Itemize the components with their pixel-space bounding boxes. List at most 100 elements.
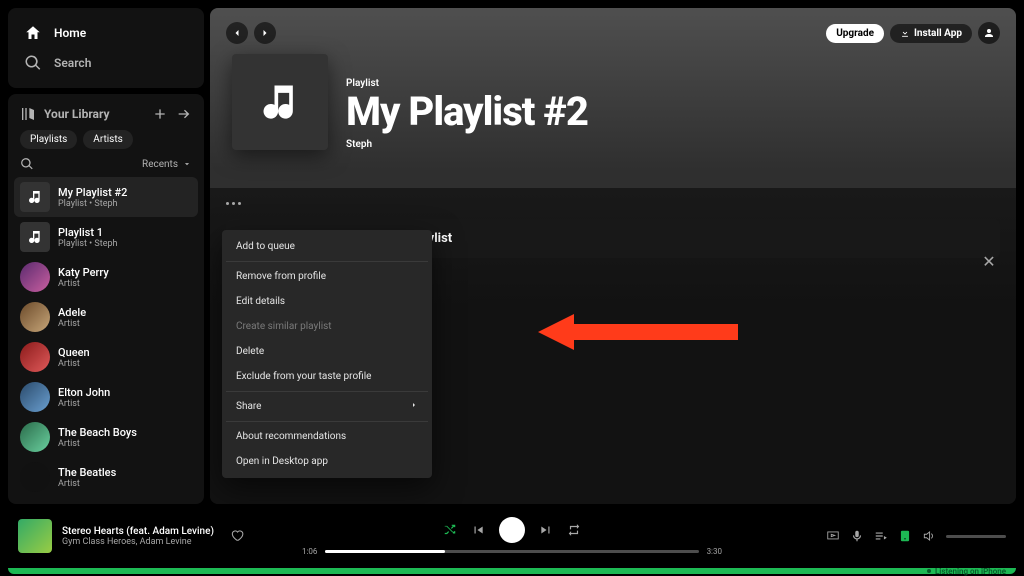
filter-chip[interactable]: Playlists bbox=[20, 130, 77, 149]
total-time: 3:30 bbox=[707, 547, 722, 556]
annotation-arrow bbox=[538, 312, 738, 352]
play-button[interactable] bbox=[499, 517, 525, 543]
playlist-thumb bbox=[20, 222, 50, 252]
item-sub: Artist bbox=[58, 359, 90, 369]
context-menu-item[interactable]: Add to queue bbox=[226, 234, 428, 259]
next-button[interactable] bbox=[539, 523, 553, 537]
music-note-icon bbox=[258, 80, 302, 124]
item-sub: Artist bbox=[58, 319, 86, 329]
connect-bar[interactable]: Listening on iPhone bbox=[8, 568, 1016, 574]
volume-button[interactable] bbox=[922, 529, 936, 543]
previous-button[interactable] bbox=[471, 523, 485, 537]
search-icon bbox=[24, 54, 42, 72]
install-label: Install App bbox=[914, 28, 962, 39]
repeat-button[interactable] bbox=[567, 523, 581, 537]
volume-slider[interactable] bbox=[946, 535, 1006, 538]
profile-button[interactable] bbox=[978, 22, 1000, 44]
artist-avatar bbox=[20, 382, 50, 412]
artist-avatar bbox=[20, 302, 50, 332]
context-menu-item[interactable]: Delete bbox=[226, 339, 428, 364]
queue-button[interactable] bbox=[874, 529, 888, 543]
artist-avatar bbox=[20, 422, 50, 452]
connect-label: Listening on iPhone bbox=[935, 567, 1006, 576]
skip-back-icon bbox=[471, 523, 485, 537]
library-item[interactable]: My Playlist #2Playlist • Steph bbox=[14, 177, 198, 217]
library-item[interactable]: QueenArtist bbox=[14, 337, 198, 377]
devices-button[interactable] bbox=[898, 529, 912, 543]
elapsed-time: 1:06 bbox=[302, 547, 317, 556]
playlist-owner[interactable]: Steph bbox=[346, 139, 588, 150]
context-menu: Add to queue Remove from profileEdit deta… bbox=[222, 230, 432, 478]
artist-avatar bbox=[20, 342, 50, 372]
chevron-right-icon bbox=[410, 401, 418, 409]
nav-home[interactable]: Home bbox=[20, 18, 192, 48]
now-playing-art[interactable] bbox=[18, 519, 52, 553]
item-title: The Beatles bbox=[58, 466, 116, 479]
item-sub: Artist bbox=[58, 479, 116, 489]
arrow-right-icon[interactable] bbox=[176, 106, 192, 122]
like-button[interactable] bbox=[230, 527, 244, 546]
library-item[interactable]: Playlist 1Playlist • Steph bbox=[14, 217, 198, 257]
playlist-cover bbox=[232, 54, 328, 150]
item-sub: Artist bbox=[58, 399, 110, 409]
device-icon bbox=[898, 529, 912, 543]
main-content: Upgrade Install App Playlist My P bbox=[210, 8, 1016, 504]
library-item[interactable]: The Beach BoysArtist bbox=[14, 417, 198, 457]
item-title: Playlist 1 bbox=[58, 226, 118, 239]
nav-search-label: Search bbox=[54, 56, 91, 70]
nav-back-button[interactable] bbox=[226, 22, 248, 44]
item-sub: Artist bbox=[58, 439, 137, 449]
library-item[interactable]: Katy PerryArtist bbox=[14, 257, 198, 297]
mic-icon bbox=[850, 529, 864, 543]
artist-avatar bbox=[20, 262, 50, 292]
context-menu-item: Create similar playlist bbox=[226, 314, 428, 339]
playlist-thumb bbox=[20, 182, 50, 212]
context-menu-item[interactable]: Edit details bbox=[226, 289, 428, 314]
now-playing-view-button[interactable] bbox=[826, 529, 840, 543]
sort-button[interactable]: Recents bbox=[142, 159, 192, 170]
context-menu-item[interactable]: Exclude from your taste profile bbox=[226, 364, 428, 389]
item-title: Queen bbox=[58, 346, 90, 359]
nav-forward-button[interactable] bbox=[254, 22, 276, 44]
nav-search[interactable]: Search bbox=[20, 48, 192, 78]
queue-icon bbox=[874, 529, 888, 543]
progress-bar[interactable] bbox=[325, 550, 698, 553]
chevron-left-icon bbox=[231, 27, 243, 39]
item-title: Katy Perry bbox=[58, 266, 109, 279]
library-item[interactable]: The BeatlesArtist bbox=[14, 457, 198, 496]
play-icon bbox=[505, 523, 519, 537]
now-playing-artist[interactable]: Gym Class Heroes, Adam Levine bbox=[62, 537, 214, 547]
context-menu-item[interactable]: Share bbox=[226, 394, 428, 419]
library-item[interactable]: AdeleArtist bbox=[14, 297, 198, 337]
context-menu-item[interactable]: Open in Desktop app bbox=[226, 449, 428, 474]
library-item[interactable]: Elton JohnArtist bbox=[14, 377, 198, 417]
shuffle-icon bbox=[443, 523, 457, 537]
nav-home-label: Home bbox=[54, 26, 86, 40]
artist-avatar bbox=[20, 462, 50, 492]
install-app-button[interactable]: Install App bbox=[890, 24, 972, 43]
close-find-button[interactable]: ✕ bbox=[978, 250, 1000, 272]
context-menu-item[interactable]: Remove from profile bbox=[226, 264, 428, 289]
item-sub: Playlist • Steph bbox=[58, 199, 127, 209]
lyrics-button[interactable] bbox=[850, 529, 864, 543]
item-title: Adele bbox=[58, 306, 86, 319]
now-playing-title[interactable]: Stereo Hearts (feat. Adam Levine) bbox=[62, 526, 214, 537]
item-title: The Beach Boys bbox=[58, 426, 137, 439]
item-sub: Artist bbox=[58, 279, 109, 289]
upgrade-button[interactable]: Upgrade bbox=[826, 24, 884, 43]
library-header[interactable]: Your Library bbox=[20, 106, 152, 122]
more-options-button[interactable] bbox=[226, 202, 1000, 219]
item-sub: Playlist • Steph bbox=[58, 239, 118, 249]
plus-icon[interactable] bbox=[152, 106, 168, 122]
item-title: Elton John bbox=[58, 386, 110, 399]
shuffle-button[interactable] bbox=[443, 523, 457, 537]
chevron-right-icon bbox=[259, 27, 271, 39]
nav-panel: Home Search bbox=[8, 8, 204, 88]
filter-chip[interactable]: Artists bbox=[83, 130, 132, 149]
item-title: My Playlist #2 bbox=[58, 186, 127, 199]
heart-icon bbox=[230, 528, 244, 542]
context-menu-item[interactable]: About recommendations bbox=[226, 424, 428, 449]
skip-forward-icon bbox=[539, 523, 553, 537]
search-library-icon[interactable] bbox=[20, 157, 34, 171]
download-icon bbox=[900, 28, 910, 38]
